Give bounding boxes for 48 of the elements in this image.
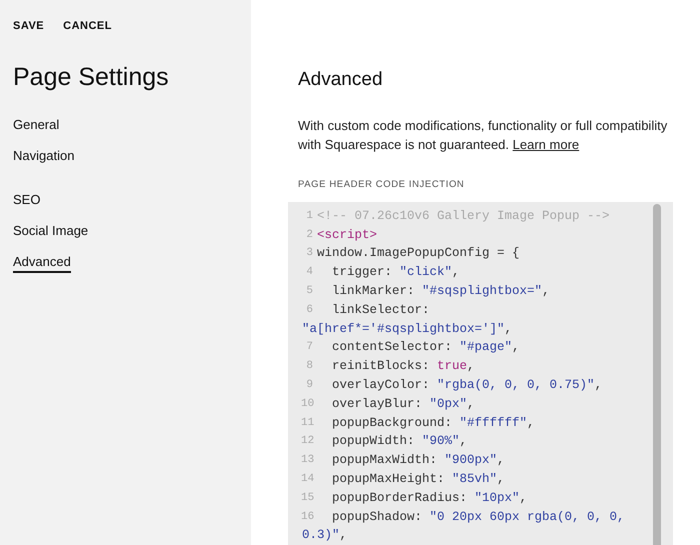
line-number: 12 bbox=[301, 434, 313, 450]
code-line: window.ImagePopupConfig = { bbox=[317, 245, 520, 262]
save-button[interactable]: SAVE bbox=[13, 18, 44, 34]
code-line: popupBackground: "#ffffff", bbox=[331, 414, 535, 432]
code-line: 0.3)", bbox=[302, 528, 348, 542]
code-line: linkSelector: bbox=[331, 302, 430, 319]
code-line: popupShadow: "0 20px 60px rgba(0, 0, 0, bbox=[331, 508, 625, 526]
line-number: 10 bbox=[301, 396, 313, 412]
nav-link[interactable]: Social Image bbox=[13, 222, 88, 242]
code-line: <script> bbox=[317, 226, 378, 244]
code-line: popupBorderRadius: "10px", bbox=[331, 490, 528, 507]
line-number: 2 bbox=[305, 228, 313, 243]
code-line: trigger: "click", bbox=[331, 264, 460, 282]
line-number: 13 bbox=[301, 453, 313, 468]
line-number: 14 bbox=[301, 472, 313, 487]
page-title: Page Settings bbox=[13, 62, 170, 92]
line-number: 6 bbox=[305, 302, 313, 318]
code-line: overlayColor: "rgba(0, 0, 0, 0.75)", bbox=[331, 376, 602, 394]
line-number: 11 bbox=[301, 416, 313, 431]
code-line: linkMarker: "#sqsplightbox=", bbox=[331, 282, 550, 300]
nav-link[interactable]: General bbox=[13, 116, 60, 136]
field-label: PAGE HEADER CODE INJECTION bbox=[298, 178, 466, 192]
code-line: popupWidth: "90%", bbox=[331, 433, 468, 450]
code-editor[interactable] bbox=[288, 202, 673, 545]
code-line: <!-- 07.26c10v6 Gallery Image Popup --> bbox=[317, 208, 610, 225]
line-number: 5 bbox=[305, 284, 313, 299]
code-line: reinitBlocks: true, bbox=[331, 358, 475, 376]
line-number: 8 bbox=[305, 359, 313, 374]
nav-link[interactable]: Advanced bbox=[13, 252, 71, 272]
line-number: 16 bbox=[301, 510, 313, 524]
line-number: 1 bbox=[305, 208, 313, 224]
code-line: contentSelector: "#page", bbox=[331, 339, 520, 356]
code-line: popupMaxWidth: "900px", bbox=[331, 452, 505, 470]
section-heading: Advanced bbox=[298, 68, 384, 92]
code-line: overlayBlur: "0px", bbox=[331, 396, 475, 413]
nav-link[interactable]: Navigation bbox=[13, 146, 74, 166]
line-number: 4 bbox=[305, 265, 313, 280]
nav-link[interactable]: SEO bbox=[13, 190, 40, 210]
line-number: 9 bbox=[305, 378, 313, 393]
line-number: 3 bbox=[305, 246, 313, 262]
line-number: 15 bbox=[301, 490, 313, 506]
cancel-button[interactable]: CANCEL bbox=[63, 18, 112, 34]
code-line: "a[href*='#sqsplightbox=']", bbox=[302, 322, 512, 336]
description-text: With custom code modifications, functionality or full compatibility with Squarespace is not guaranteed. Learn more bbox=[298, 116, 668, 154]
line-number: 7 bbox=[305, 340, 313, 356]
code-line: popupMaxHeight: "85vh", bbox=[331, 470, 505, 488]
scrollbar-thumb[interactable] bbox=[653, 204, 661, 545]
learn-more-link[interactable]: Learn more bbox=[512, 136, 580, 152]
